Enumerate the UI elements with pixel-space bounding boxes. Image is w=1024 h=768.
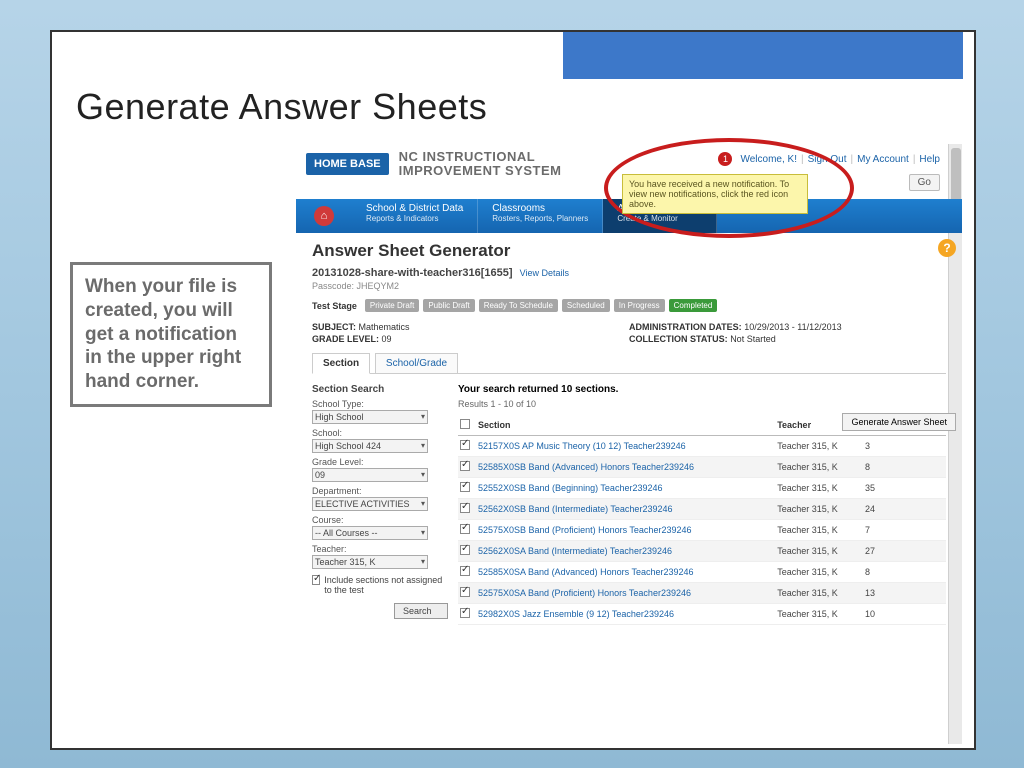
select-all-checkbox[interactable] (460, 419, 470, 429)
row-teacher: Teacher 315, K (775, 541, 863, 562)
row-checkbox[interactable] (460, 440, 470, 450)
row-students: 24 (863, 499, 946, 520)
section-link[interactable]: 52982X0S Jazz Ensemble (9 12) Teacher239… (476, 604, 775, 625)
row-students: 8 (863, 457, 946, 478)
tabs: Section School/Grade (312, 352, 946, 374)
school-select[interactable]: High School 424▾ (312, 439, 428, 453)
table-row: 52585X0SB Band (Advanced) Honors Teacher… (458, 457, 946, 478)
row-checkbox[interactable] (460, 545, 470, 555)
search-button[interactable]: Search (394, 603, 448, 619)
table-row: 52982X0S Jazz Ensemble (9 12) Teacher239… (458, 604, 946, 625)
notification-tooltip: You have received a new notification. To… (622, 174, 808, 214)
row-checkbox[interactable] (460, 503, 470, 513)
row-teacher: Teacher 315, K (775, 583, 863, 604)
test-name: 20131028-share-with-teacher316[1655] Vie… (312, 267, 946, 279)
results-summary: Your search returned 10 sections. (458, 384, 946, 395)
view-details-link[interactable]: View Details (520, 268, 569, 278)
nav-school-district[interactable]: School & District Data Reports & Indicat… (352, 199, 478, 233)
row-checkbox[interactable] (460, 524, 470, 534)
row-teacher: Teacher 315, K (775, 457, 863, 478)
row-checkbox[interactable] (460, 566, 470, 576)
stage-scheduled: Scheduled (562, 299, 610, 312)
table-row: 52575X0SA Band (Proficient) Honors Teach… (458, 583, 946, 604)
table-row: 52157X0S AP Music Theory (10 12) Teacher… (458, 436, 946, 457)
test-stage-row: Test Stage Private Draft Public Draft Re… (312, 299, 946, 312)
include-sections-checkbox[interactable]: Include sections not assigned to the tes… (312, 575, 448, 595)
row-students: 13 (863, 583, 946, 604)
row-teacher: Teacher 315, K (775, 436, 863, 457)
decorative-header-tab (560, 30, 966, 82)
row-students: 27 (863, 541, 946, 562)
system-name: NC INSTRUCTIONAL IMPROVEMENT SYSTEM (399, 150, 562, 177)
generate-answer-sheet-button[interactable]: Generate Answer Sheet (842, 413, 956, 431)
slide-frame: Generate Answer Sheets When your file is… (50, 30, 976, 750)
row-checkbox[interactable] (460, 608, 470, 618)
page-body: ? Answer Sheet Generator 20131028-share-… (296, 233, 962, 625)
section-link[interactable]: 52157X0S AP Music Theory (10 12) Teacher… (476, 436, 775, 457)
help-icon[interactable]: ? (938, 239, 956, 257)
results-range: Results 1 - 10 of 10 (458, 399, 946, 409)
row-checkbox[interactable] (460, 587, 470, 597)
help-link[interactable]: Help (919, 154, 940, 165)
table-row: 52585X0SA Band (Advanced) Honors Teacher… (458, 562, 946, 583)
row-students: 3 (863, 436, 946, 457)
slide-title: Generate Answer Sheets (76, 86, 487, 128)
row-checkbox[interactable] (460, 482, 470, 492)
row-students: 35 (863, 478, 946, 499)
row-teacher: Teacher 315, K (775, 562, 863, 583)
row-checkbox[interactable] (460, 461, 470, 471)
tab-section[interactable]: Section (312, 353, 370, 374)
row-teacher: Teacher 315, K (775, 499, 863, 520)
passcode: Passcode: JHEQYM2 (312, 281, 946, 291)
row-teacher: Teacher 315, K (775, 478, 863, 499)
logo-home-base[interactable]: HOME BASE (306, 153, 389, 175)
row-students: 10 (863, 604, 946, 625)
school-type-select[interactable]: High School▾ (312, 410, 428, 424)
row-students: 7 (863, 520, 946, 541)
nav-classrooms[interactable]: Classrooms Rosters, Reports, Planners (478, 199, 603, 233)
home-icon[interactable]: ⌂ (314, 206, 334, 226)
stage-ready: Ready To Schedule (479, 299, 558, 312)
grade-select[interactable]: 09▾ (312, 468, 428, 482)
section-search-heading: Section Search (312, 384, 448, 395)
stage-private-draft: Private Draft (365, 299, 419, 312)
go-button[interactable]: Go (909, 174, 940, 191)
table-row: 52562X0SB Band (Intermediate) Teacher239… (458, 499, 946, 520)
section-link[interactable]: 52562X0SA Band (Intermediate) Teacher239… (476, 541, 775, 562)
app-screenshot: HOME BASE NC INSTRUCTIONAL IMPROVEMENT S… (296, 144, 962, 744)
row-teacher: Teacher 315, K (775, 604, 863, 625)
section-search-filters: Section Search School Type: High School▾… (312, 384, 448, 625)
section-link[interactable]: 52585X0SA Band (Advanced) Honors Teacher… (476, 562, 775, 583)
stage-in-progress: In Progress (614, 299, 665, 312)
stage-completed: Completed (669, 299, 718, 312)
section-link[interactable]: 52585X0SB Band (Advanced) Honors Teacher… (476, 457, 775, 478)
page-title: Answer Sheet Generator (312, 241, 946, 261)
test-meta: SUBJECT: Mathematics ADMINISTRATION DATE… (312, 322, 946, 344)
table-row: 52575X0SB Band (Proficient) Honors Teach… (458, 520, 946, 541)
instruction-callout: When your file is created, you will get … (70, 262, 272, 407)
course-select[interactable]: -- All Courses --▾ (312, 526, 428, 540)
col-section[interactable]: Section (476, 415, 775, 436)
table-row: 52562X0SA Band (Intermediate) Teacher239… (458, 541, 946, 562)
section-link[interactable]: 52562X0SB Band (Intermediate) Teacher239… (476, 499, 775, 520)
teacher-select[interactable]: Teacher 315, K▾ (312, 555, 428, 569)
checkbox-icon[interactable] (312, 575, 320, 585)
stage-public-draft: Public Draft (423, 299, 474, 312)
tab-school-grade[interactable]: School/Grade (375, 353, 458, 373)
row-teacher: Teacher 315, K (775, 520, 863, 541)
section-link[interactable]: 52552X0SB Band (Beginning) Teacher239246 (476, 478, 775, 499)
section-link[interactable]: 52575X0SB Band (Proficient) Honors Teach… (476, 520, 775, 541)
my-account-link[interactable]: My Account (857, 154, 909, 165)
row-students: 8 (863, 562, 946, 583)
table-row: 52552X0SB Band (Beginning) Teacher239246… (458, 478, 946, 499)
department-select[interactable]: ELECTIVE ACTIVITIES▾ (312, 497, 428, 511)
sections-table: Section Teacher # of Students 52157X0S A… (458, 415, 946, 625)
section-link[interactable]: 52575X0SA Band (Proficient) Honors Teach… (476, 583, 775, 604)
